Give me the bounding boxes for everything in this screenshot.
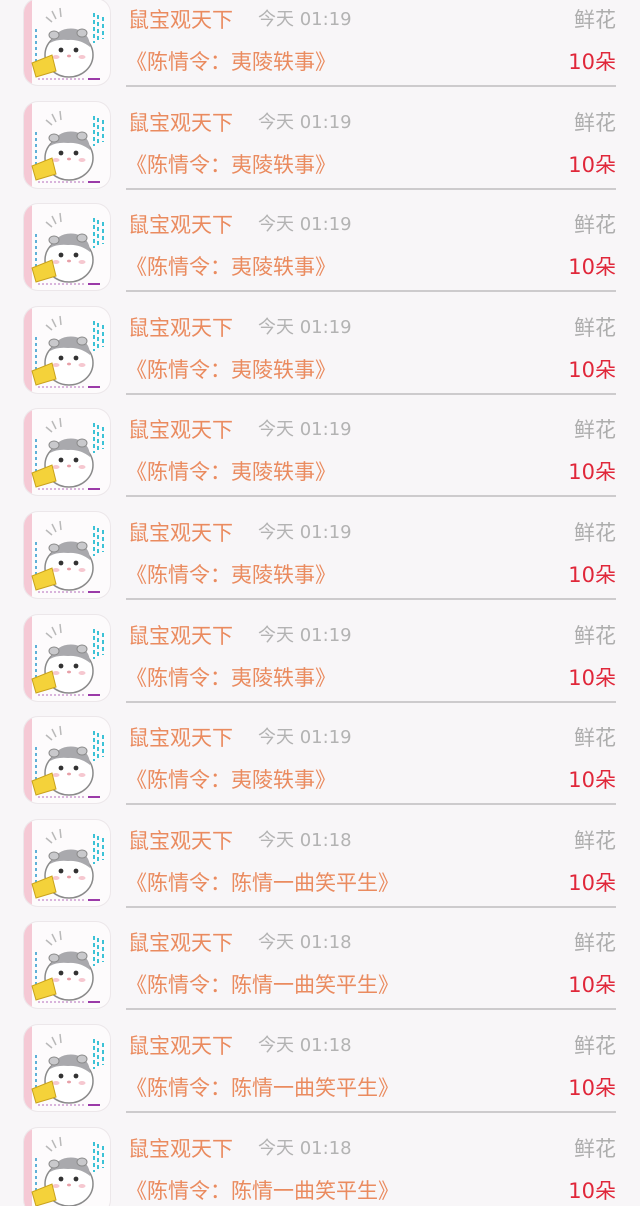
sender-name[interactable]: 鼠宝观天下 — [128, 1136, 233, 1162]
gift-amount: 10朵 — [568, 768, 616, 793]
gift-amount: 10朵 — [568, 50, 616, 74]
hamster-avatar-icon[interactable] — [24, 0, 110, 85]
gift-amount: 10朵 — [568, 1076, 616, 1100]
gift-record-row[interactable]: 鼠宝观天下 今天 01:19 鲜花 《陈情令：夷陵轶事》 10朵 — [0, 85, 640, 190]
gift-record-row[interactable]: 鼠宝观天下 今天 01:18 鲜花 《陈情令：陈情一曲笑平生》 10朵 — [0, 1008, 640, 1113]
sender-name[interactable]: 鼠宝观天下 — [128, 7, 233, 33]
gift-record-row[interactable]: 鼠宝观天下 今天 01:19 鲜花 《陈情令：夷陵轶事》 10朵 — [0, 598, 640, 703]
sender-name[interactable]: 鼠宝观天下 — [128, 930, 233, 956]
sender-name[interactable]: 鼠宝观天下 — [128, 315, 233, 341]
book-title[interactable]: 《陈情令：陈情一曲笑平生》 — [126, 1075, 399, 1101]
gift-record-row[interactable]: 鼠宝观天下 今天 01:18 鲜花 《陈情令：陈情一曲笑平生》 10朵 — [0, 803, 640, 908]
gift-record-row[interactable]: 鼠宝观天下 今天 01:18 鲜花 《陈情令：陈情一曲笑平生》 10朵 — [0, 1111, 640, 1206]
gift-type: 鲜花 — [574, 521, 616, 545]
gift-type: 鲜花 — [574, 1136, 616, 1161]
gift-type: 鲜花 — [574, 110, 616, 135]
gift-type: 鲜花 — [574, 931, 616, 956]
hamster-avatar-icon[interactable] — [24, 409, 110, 496]
gift-amount: 10朵 — [568, 1178, 616, 1203]
book-title[interactable]: 《陈情令：陈情一曲笑平生》 — [126, 870, 399, 896]
hamster-avatar-icon[interactable] — [24, 1025, 110, 1111]
gift-record-list[interactable]: 鼠宝观天下 今天 01:19 鲜花 《陈情令：夷陵轶事》 10朵 鼠宝观天下 今… — [0, 0, 640, 1206]
book-title[interactable]: 《陈情令：夷陵轶事》 — [126, 562, 336, 588]
sender-name[interactable]: 鼠宝观天下 — [128, 828, 233, 854]
gift-type: 鲜花 — [574, 315, 616, 340]
hamster-avatar-icon[interactable] — [24, 1127, 110, 1206]
book-title[interactable]: 《陈情令：夷陵轶事》 — [126, 767, 336, 793]
sender-name[interactable]: 鼠宝观天下 — [128, 623, 233, 649]
hamster-avatar-icon[interactable] — [24, 717, 110, 804]
sender-name[interactable]: 鼠宝观天下 — [128, 212, 233, 238]
sender-name[interactable]: 鼠宝观天下 — [128, 1033, 233, 1059]
timestamp: 今天 01:18 — [258, 829, 352, 851]
gift-amount: 10朵 — [568, 460, 616, 485]
hamster-avatar-icon[interactable] — [24, 922, 110, 1009]
gift-type: 鲜花 — [574, 828, 616, 853]
timestamp: 今天 01:19 — [258, 419, 352, 441]
gift-amount: 10朵 — [568, 870, 616, 895]
sender-name[interactable]: 鼠宝观天下 — [128, 417, 233, 443]
gift-type: 鲜花 — [574, 213, 616, 238]
book-title[interactable]: 《陈情令：夷陵轶事》 — [126, 152, 336, 178]
gift-record-row[interactable]: 鼠宝观天下 今天 01:19 鲜花 《陈情令：夷陵轶事》 10朵 — [0, 700, 640, 806]
timestamp: 今天 01:19 — [258, 727, 352, 749]
gift-record-row[interactable]: 鼠宝观天下 今天 01:19 鲜花 《陈情令：夷陵轶事》 10朵 — [0, 0, 640, 87]
timestamp: 今天 01:19 — [258, 624, 352, 646]
hamster-avatar-icon[interactable] — [24, 614, 110, 701]
hamster-avatar-icon[interactable] — [24, 204, 110, 291]
gift-type: 鲜花 — [574, 623, 616, 648]
gift-amount: 10朵 — [568, 255, 616, 280]
timestamp: 今天 01:18 — [258, 1035, 352, 1056]
gift-amount: 10朵 — [568, 665, 616, 690]
gift-record-row[interactable]: 鼠宝观天下 今天 01:19 鲜花 《陈情令：夷陵轶事》 10朵 — [0, 290, 640, 395]
gift-record-row[interactable]: 鼠宝观天下 今天 01:18 鲜花 《陈情令：陈情一曲笑平生》 10朵 — [0, 905, 640, 1011]
gift-record-row[interactable]: 鼠宝观天下 今天 01:19 鲜花 《陈情令：夷陵轶事》 10朵 — [0, 495, 640, 600]
book-title[interactable]: 《陈情令：夷陵轶事》 — [126, 357, 336, 383]
sender-name[interactable]: 鼠宝观天下 — [128, 110, 233, 136]
gift-amount: 10朵 — [568, 973, 616, 998]
gift-record-row[interactable]: 鼠宝观天下 今天 01:19 鲜花 《陈情令：夷陵轶事》 10朵 — [0, 392, 640, 498]
book-title[interactable]: 《陈情令：陈情一曲笑平生》 — [126, 1178, 399, 1204]
book-title[interactable]: 《陈情令：夷陵轶事》 — [126, 665, 336, 691]
gift-type: 鲜花 — [574, 418, 616, 443]
book-title[interactable]: 《陈情令：夷陵轶事》 — [126, 459, 336, 485]
gift-type: 鲜花 — [574, 8, 616, 32]
sender-name[interactable]: 鼠宝观天下 — [128, 520, 233, 546]
timestamp: 今天 01:18 — [258, 1137, 352, 1159]
gift-amount: 10朵 — [568, 563, 616, 587]
sender-name[interactable]: 鼠宝观天下 — [128, 725, 233, 751]
timestamp: 今天 01:19 — [258, 522, 352, 543]
hamster-avatar-icon[interactable] — [24, 512, 110, 598]
hamster-avatar-icon[interactable] — [24, 819, 110, 906]
timestamp: 今天 01:19 — [258, 9, 352, 30]
hamster-avatar-icon[interactable] — [24, 101, 110, 188]
gift-type: 鲜花 — [574, 726, 616, 751]
gift-amount: 10朵 — [568, 357, 616, 382]
book-title[interactable]: 《陈情令：陈情一曲笑平生》 — [126, 972, 399, 998]
book-title[interactable]: 《陈情令：夷陵轶事》 — [126, 254, 336, 280]
gift-record-row[interactable]: 鼠宝观天下 今天 01:19 鲜花 《陈情令：夷陵轶事》 10朵 — [0, 187, 640, 293]
gift-type: 鲜花 — [574, 1034, 616, 1058]
timestamp: 今天 01:19 — [258, 316, 352, 338]
hamster-avatar-icon[interactable] — [24, 306, 110, 393]
gift-amount: 10朵 — [568, 152, 616, 177]
timestamp: 今天 01:19 — [258, 111, 352, 133]
timestamp: 今天 01:18 — [258, 932, 352, 954]
timestamp: 今天 01:19 — [258, 214, 352, 236]
book-title[interactable]: 《陈情令：夷陵轶事》 — [126, 49, 336, 75]
